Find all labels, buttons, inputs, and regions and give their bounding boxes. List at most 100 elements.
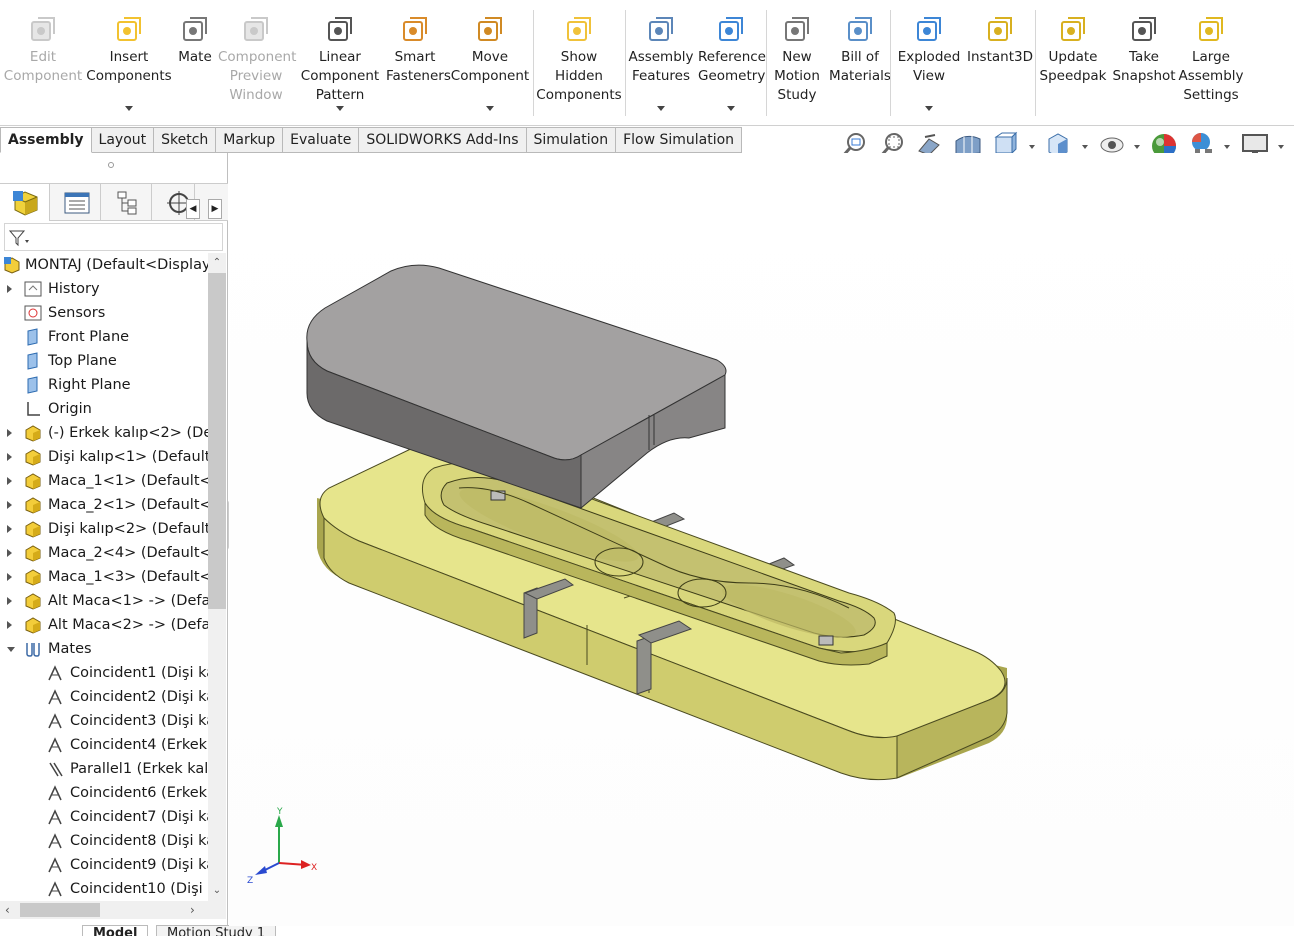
- tree-item[interactable]: Coincident4 (Erkek k: [0, 733, 208, 757]
- reference-geometry-button[interactable]: Reference Geometry: [698, 8, 766, 120]
- tree-item[interactable]: Dişi kalıp<2> (Default<: [0, 517, 208, 541]
- tree-item[interactable]: Coincident2 (Dişi kal: [0, 685, 208, 709]
- tab-markup[interactable]: Markup: [216, 127, 284, 153]
- tree-item[interactable]: Maca_2<1> (Default<<: [0, 493, 208, 517]
- tree-item[interactable]: Top Plane: [0, 349, 208, 373]
- expand-closed-icon[interactable]: [7, 285, 12, 293]
- command-manager-tabs: Assembly Layout Sketch Markup Evaluate SOLIDW…: [0, 127, 743, 153]
- scroll-right-icon[interactable]: ›: [190, 903, 195, 917]
- assembly-features-button[interactable]: Assembly Features: [628, 8, 694, 120]
- expand-open-icon[interactable]: [7, 647, 15, 652]
- expand-closed-icon[interactable]: [7, 453, 12, 461]
- chevron-down-icon[interactable]: [657, 106, 665, 111]
- tree-item[interactable]: (-) Erkek kalıp<2> (Defa: [0, 421, 208, 445]
- tree-item-label: Coincident8 (Dişi kal: [70, 833, 208, 849]
- chevron-down-icon[interactable]: [125, 106, 133, 111]
- expand-closed-icon[interactable]: [7, 573, 12, 581]
- coincident-icon: [48, 857, 62, 873]
- chevron-down-icon[interactable]: [1278, 145, 1284, 149]
- expand-closed-icon[interactable]: [7, 621, 12, 629]
- tree-vertical-scrollbar[interactable]: ⌃ ⌄: [208, 253, 226, 901]
- chevron-down-icon[interactable]: [1029, 145, 1035, 149]
- tab-layout[interactable]: Layout: [91, 127, 155, 153]
- expand-closed-icon[interactable]: [7, 525, 12, 533]
- exploded-view-button[interactable]: Exploded View: [896, 8, 962, 120]
- tree-item[interactable]: Coincident8 (Dişi kal: [0, 829, 208, 853]
- expand-closed-icon[interactable]: [7, 549, 12, 557]
- chevron-down-icon[interactable]: [727, 106, 735, 111]
- chevron-down-icon[interactable]: [486, 106, 494, 111]
- feature-manager-tab[interactable]: [0, 184, 50, 221]
- tab-evaluate[interactable]: Evaluate: [283, 127, 360, 153]
- tree-horizontal-scrollbar[interactable]: ‹ ›: [0, 901, 226, 919]
- show-hidden-button[interactable]: Show Hidden Components: [536, 8, 622, 120]
- instant3d-button[interactable]: Instant3D: [966, 8, 1034, 120]
- tree-root-assembly[interactable]: MONTAJ (Default<Display: [0, 253, 208, 277]
- expand-closed-icon[interactable]: [7, 477, 12, 485]
- linear-pattern-button[interactable]: Linear Component Pattern: [298, 8, 382, 120]
- ribbon-button-label: Insert Components: [86, 49, 172, 84]
- tree-item[interactable]: Dişi kalıp<1> (Default<: [0, 445, 208, 469]
- panel-scroll-right-button[interactable]: ▶: [208, 199, 222, 219]
- tree-item[interactable]: Right Plane: [0, 373, 208, 397]
- mate-button[interactable]: Mate: [172, 8, 218, 120]
- tree-item[interactable]: Parallel1 (Erkek kalıp: [0, 757, 208, 781]
- speedpak-button[interactable]: Update Speedpak: [1038, 8, 1108, 120]
- tab-sketch[interactable]: Sketch: [154, 127, 217, 153]
- tab-assembly[interactable]: Assembly: [0, 127, 92, 153]
- part-icon: [25, 593, 41, 610]
- tree-item[interactable]: Origin: [0, 397, 208, 421]
- tree-item[interactable]: Mates: [0, 637, 208, 661]
- motion-study-button[interactable]: New Motion Study: [768, 8, 826, 120]
- property-manager-tab[interactable]: [51, 184, 101, 221]
- tab-solidworks-add-ins[interactable]: SOLIDWORKS Add-Ins: [359, 127, 527, 153]
- bill-of-materials-button[interactable]: Bill of Materials: [828, 8, 892, 120]
- graphics-area[interactable]: Y X Z: [229, 153, 1294, 926]
- insert-components-button[interactable]: Insert Components: [86, 8, 172, 120]
- tree-item[interactable]: Coincident10 (Dişi ka: [0, 877, 208, 901]
- tree-item[interactable]: Alt Maca<1> -> (Defaul: [0, 589, 208, 613]
- configuration-manager-tab[interactable]: [102, 184, 152, 221]
- chevron-down-icon[interactable]: [925, 106, 933, 111]
- tab-motion-study[interactable]: Motion Study 1: [156, 925, 277, 936]
- scroll-left-icon[interactable]: ‹: [5, 903, 10, 917]
- lower-mold-half[interactable]: [317, 441, 1008, 781]
- expand-closed-icon[interactable]: [7, 429, 12, 437]
- move-component-button[interactable]: Move Component: [448, 8, 532, 120]
- tree-item-label: Mates: [48, 641, 92, 657]
- tree-item[interactable]: Maca_2<4> (Default<<: [0, 541, 208, 565]
- tree-item[interactable]: Front Plane: [0, 325, 208, 349]
- large-assembly-button[interactable]: Large Assembly Settings: [1178, 8, 1244, 120]
- scroll-down-icon[interactable]: ⌄: [211, 885, 223, 897]
- tree-item[interactable]: Coincident1 (Dişi kal: [0, 661, 208, 685]
- tree-item[interactable]: History: [0, 277, 208, 301]
- expand-closed-icon[interactable]: [7, 501, 12, 509]
- panel-grip[interactable]: [108, 162, 114, 168]
- chevron-down-icon[interactable]: [1134, 145, 1140, 149]
- tree-item[interactable]: Maca_1<3> (Default<<: [0, 565, 208, 589]
- scrollbar-thumb[interactable]: [208, 273, 226, 609]
- tree-item[interactable]: Maca_1<1> (Default<<: [0, 469, 208, 493]
- speedpak-icon: [1061, 17, 1085, 41]
- ribbon-button-label: Edit Component: [3, 49, 83, 84]
- chevron-down-icon[interactable]: [336, 106, 344, 111]
- tab-simulation[interactable]: Simulation: [526, 127, 617, 153]
- smart-fasteners-button[interactable]: Smart Fasteners: [386, 8, 451, 120]
- chevron-down-icon[interactable]: [1224, 145, 1230, 149]
- tree-item[interactable]: Coincident7 (Dişi kal: [0, 805, 208, 829]
- assembly-model[interactable]: [229, 153, 1294, 926]
- tab-flow-simulation[interactable]: Flow Simulation: [616, 127, 743, 153]
- tree-item[interactable]: Coincident6 (Erkek k: [0, 781, 208, 805]
- tree-filter-box[interactable]: [4, 223, 223, 251]
- chevron-down-icon[interactable]: [1082, 145, 1088, 149]
- tab-model[interactable]: Model: [82, 925, 149, 936]
- tree-item[interactable]: Coincident3 (Dişi kal: [0, 709, 208, 733]
- tree-item[interactable]: Coincident9 (Dişi kal: [0, 853, 208, 877]
- scrollbar-thumb[interactable]: [20, 903, 100, 917]
- tree-item[interactable]: Sensors: [0, 301, 208, 325]
- camera-button[interactable]: Take Snapshot: [1110, 8, 1178, 120]
- expand-closed-icon[interactable]: [7, 597, 12, 605]
- scroll-up-icon[interactable]: ⌃: [211, 257, 223, 269]
- panel-scroll-left-button[interactable]: ◀: [186, 199, 200, 219]
- tree-item[interactable]: Alt Maca<2> -> (Defaul: [0, 613, 208, 637]
